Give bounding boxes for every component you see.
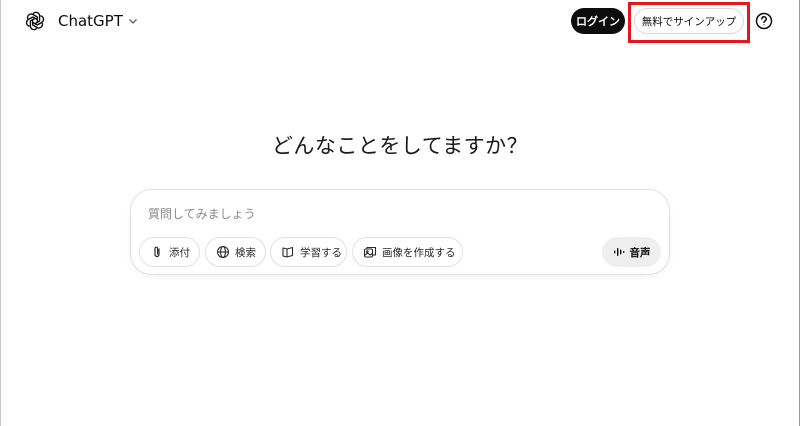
- create-image-button[interactable]: 画像を作成する: [352, 237, 463, 267]
- create-image-label: 画像を作成する: [382, 246, 456, 259]
- paperclip-icon: [154, 246, 160, 258]
- page-headline: どんなことをしてますか？: [271, 134, 529, 158]
- image-create-icon: [363, 246, 377, 258]
- question-circle-icon[interactable]: [755, 12, 773, 30]
- attach-button[interactable]: 添付: [139, 237, 200, 267]
- book-icon: [282, 246, 294, 258]
- model-switcher[interactable]: ChatGPT: [58, 10, 139, 32]
- openai-logo-icon[interactable]: [24, 10, 46, 32]
- attach-label: 添付: [169, 246, 190, 259]
- globe-icon: [216, 245, 230, 259]
- voice-button[interactable]: 音声: [602, 237, 661, 267]
- voice-waveform-icon: [613, 248, 624, 256]
- search-button[interactable]: 検索: [205, 237, 266, 267]
- search-label: 検索: [235, 246, 256, 259]
- study-button[interactable]: 学習する: [270, 237, 347, 267]
- login-button[interactable]: ログイン: [571, 8, 625, 34]
- prompt-input[interactable]: [148, 203, 598, 225]
- chevron-down-icon: [128, 19, 137, 24]
- voice-label: 音声: [629, 246, 651, 259]
- model-name: ChatGPT: [58, 12, 123, 30]
- study-label: 学習する: [300, 246, 342, 259]
- signup-button[interactable]: 無料でサインアップ: [634, 8, 744, 34]
